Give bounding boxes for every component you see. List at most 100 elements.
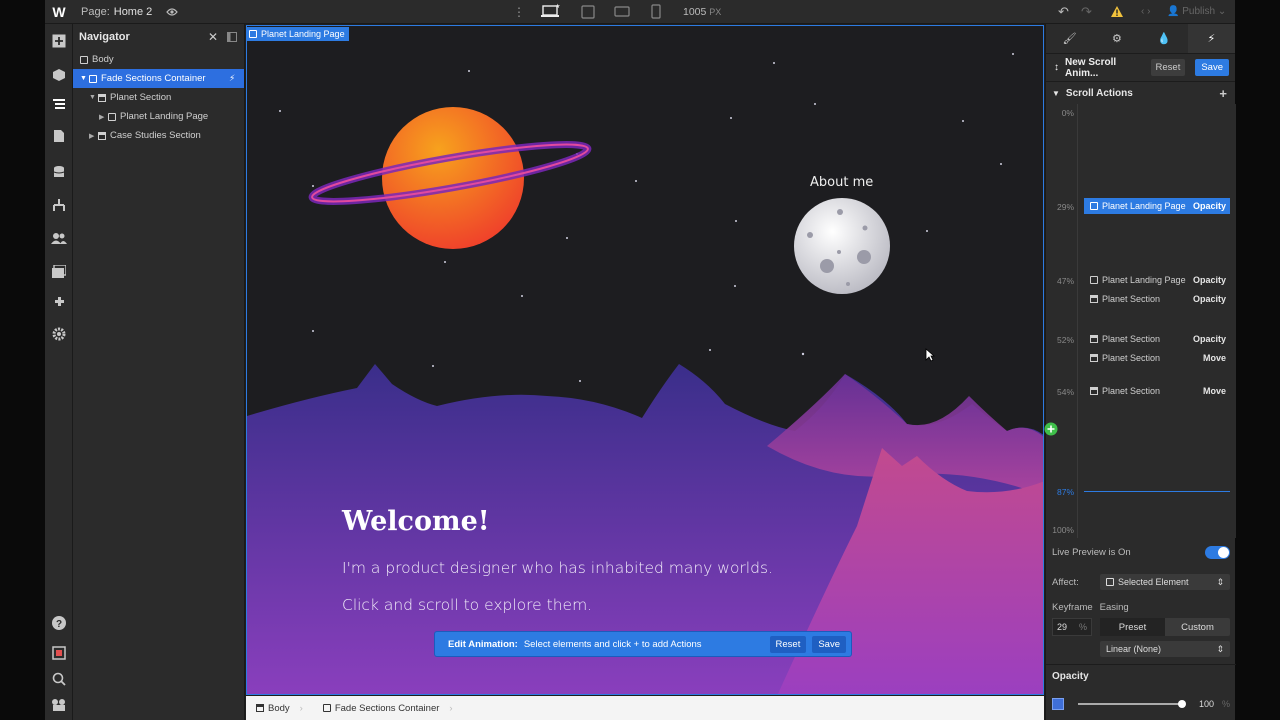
edit-animation-save-button[interactable]: Save bbox=[812, 635, 846, 653]
expand-caret-icon[interactable]: ▼ bbox=[80, 75, 89, 82]
breadcrumb-label: Body bbox=[268, 702, 290, 714]
symbols-icon[interactable] bbox=[45, 64, 73, 86]
tree-item-body[interactable]: Body bbox=[73, 50, 244, 69]
ecommerce-icon[interactable] bbox=[45, 194, 73, 216]
add-panel-icon[interactable] bbox=[45, 30, 73, 52]
publish-button[interactable]: 👤 Publish ⌄ bbox=[1167, 6, 1226, 17]
dock-panel-icon[interactable] bbox=[227, 32, 237, 45]
opacity-slider-knob[interactable] bbox=[1178, 700, 1186, 708]
tree-item-planet-section[interactable]: ▼ Planet Section bbox=[73, 88, 244, 107]
scroll-position-line[interactable] bbox=[1084, 491, 1230, 492]
mobile-portrait-icon[interactable] bbox=[651, 4, 661, 20]
keyframe-action: Move bbox=[1202, 353, 1226, 363]
collapse-caret-icon[interactable]: ▶ bbox=[99, 113, 108, 121]
resize-vertical-icon: ↕ bbox=[1054, 62, 1059, 73]
tree-item-planet-landing-page[interactable]: ▶ Planet Landing Page bbox=[73, 107, 244, 126]
code-icon[interactable]: ‹ › bbox=[1141, 6, 1150, 17]
canvas-width-readout[interactable]: 1005 PX bbox=[683, 6, 721, 18]
apps-icon[interactable] bbox=[45, 291, 73, 313]
mark-47: 47% bbox=[1056, 276, 1074, 286]
cms-icon[interactable] bbox=[45, 161, 73, 183]
audit-icon[interactable] bbox=[45, 642, 73, 664]
keyframe-row[interactable]: Planet Landing Page Opacity bbox=[1084, 272, 1230, 288]
navigator-icon[interactable] bbox=[45, 94, 73, 116]
add-action-icon[interactable] bbox=[1044, 422, 1058, 439]
undo-icon[interactable]: ↶ bbox=[1058, 4, 1069, 20]
opacity-slider[interactable] bbox=[1078, 700, 1186, 708]
pages-icon[interactable] bbox=[45, 125, 73, 147]
keyframe-target: Planet Section bbox=[1102, 334, 1161, 344]
animation-header: ↕ New Scroll Anim... Reset Save bbox=[1046, 54, 1235, 82]
preset-button[interactable]: Preset bbox=[1100, 618, 1165, 636]
desktop-breakpoint-icon[interactable]: ★ bbox=[541, 3, 561, 19]
page-name[interactable]: Home 2 bbox=[114, 6, 153, 18]
keyframe-row[interactable]: Planet Section Move bbox=[1084, 350, 1230, 366]
cursor-icon bbox=[925, 348, 936, 365]
design-canvas[interactable]: About me Welcome! I'm a product designer… bbox=[246, 25, 1044, 695]
tree-item-fade-sections-container[interactable]: ▼ Fade Sections Container ⚡ bbox=[73, 69, 244, 88]
keyframe-input[interactable]: 29 % bbox=[1052, 618, 1092, 636]
easing-value: Linear (None) bbox=[1106, 644, 1162, 654]
search-icon[interactable] bbox=[45, 668, 73, 690]
tablet-breakpoint-icon[interactable] bbox=[581, 5, 595, 19]
tab-interactions[interactable]: ⚡ bbox=[1187, 24, 1235, 53]
keyframe-target: Planet Section bbox=[1102, 294, 1161, 304]
keyframe-action: Opacity bbox=[1192, 201, 1226, 211]
scroll-actions-title: Scroll Actions bbox=[1065, 87, 1133, 99]
custom-button[interactable]: Custom bbox=[1165, 618, 1230, 636]
selected-element-tag[interactable]: Planet Landing Page bbox=[246, 27, 349, 41]
assets-icon[interactable] bbox=[45, 260, 73, 282]
webflow-logo[interactable]: W bbox=[45, 0, 73, 24]
opacity-checker-icon bbox=[1052, 698, 1064, 710]
easing-mode-toggle: Preset Custom bbox=[1100, 618, 1230, 636]
save-button[interactable]: Save bbox=[1195, 59, 1229, 76]
close-icon[interactable]: ✕ bbox=[208, 30, 218, 44]
add-scroll-action-icon[interactable]: + bbox=[1219, 86, 1227, 101]
scroll-actions-header[interactable]: ▼ Scroll Actions + bbox=[1046, 82, 1235, 104]
opacity-slider-fill bbox=[1078, 703, 1182, 705]
live-preview-toggle[interactable] bbox=[1205, 545, 1230, 559]
interactions-panel: 🖌 ⚙ 💧 ⚡ ↕ New Scroll Anim... Reset Save … bbox=[1045, 24, 1236, 720]
redo-icon[interactable]: ↷ bbox=[1081, 4, 1092, 20]
reset-button[interactable]: Reset bbox=[1150, 59, 1186, 76]
breadcrumb-item-body[interactable]: Body › bbox=[246, 696, 313, 720]
keyframe-row[interactable]: Planet Landing Page Opacity bbox=[1084, 198, 1230, 214]
timeline-axis bbox=[1077, 104, 1078, 538]
opacity-value[interactable]: 100 bbox=[1199, 699, 1214, 709]
welcome-heading: Welcome! bbox=[342, 506, 490, 537]
keyframe-value: 29 bbox=[1057, 622, 1068, 632]
keyframe-row[interactable]: Planet Section Opacity bbox=[1084, 291, 1230, 307]
tab-settings[interactable]: ⚙ bbox=[1093, 24, 1140, 53]
tab-style[interactable]: 🖌 bbox=[1046, 24, 1093, 53]
tree-label: Body bbox=[92, 54, 114, 65]
easing-select[interactable]: Linear (None) ⇕ bbox=[1100, 641, 1230, 657]
affect-select[interactable]: Selected Element ⇕ bbox=[1100, 574, 1230, 590]
settings-gear-icon[interactable] bbox=[45, 323, 73, 345]
collapse-caret-icon[interactable]: ▶ bbox=[89, 132, 98, 140]
breadcrumb-separator-icon: › bbox=[449, 702, 453, 714]
tree-item-case-studies-section[interactable]: ▶ Case Studies Section bbox=[73, 126, 244, 145]
keyframe-target: Planet Landing Page bbox=[1102, 275, 1186, 285]
breadcrumb-item-fade-sections-container[interactable]: Fade Sections Container › bbox=[313, 696, 463, 720]
about-me-link[interactable]: About me bbox=[810, 175, 873, 190]
select-arrows-icon: ⇕ bbox=[1216, 643, 1224, 654]
more-vertical-icon[interactable]: ⋮ bbox=[513, 5, 525, 19]
edit-animation-reset-button[interactable]: Reset bbox=[769, 635, 807, 653]
animation-name[interactable]: New Scroll Anim... bbox=[1065, 57, 1151, 79]
chevron-down-icon: ⌄ bbox=[1217, 6, 1227, 17]
users-icon[interactable] bbox=[45, 227, 73, 249]
tree-label: Planet Section bbox=[110, 92, 172, 103]
help-icon[interactable]: ? bbox=[45, 612, 73, 634]
keyframe-row[interactable]: Planet Section Move bbox=[1084, 383, 1230, 399]
mobile-landscape-icon[interactable] bbox=[614, 6, 630, 18]
expand-caret-icon[interactable]: ▼ bbox=[89, 94, 98, 101]
eye-icon[interactable] bbox=[166, 7, 179, 17]
mark-100: 100% bbox=[1052, 525, 1074, 535]
mark-87: 87% bbox=[1056, 487, 1074, 497]
warning-icon[interactable] bbox=[1111, 6, 1123, 17]
interaction-bolt-icon: ⚡ bbox=[229, 73, 236, 83]
scroll-timeline[interactable]: 0% 29% 47% 52% 54% 87% 100% Planet Landi… bbox=[1046, 104, 1236, 538]
keyframe-row[interactable]: Planet Section Opacity bbox=[1084, 331, 1230, 347]
tab-style-manager[interactable]: 💧 bbox=[1141, 24, 1188, 53]
video-tutorials-icon[interactable] bbox=[45, 694, 73, 716]
